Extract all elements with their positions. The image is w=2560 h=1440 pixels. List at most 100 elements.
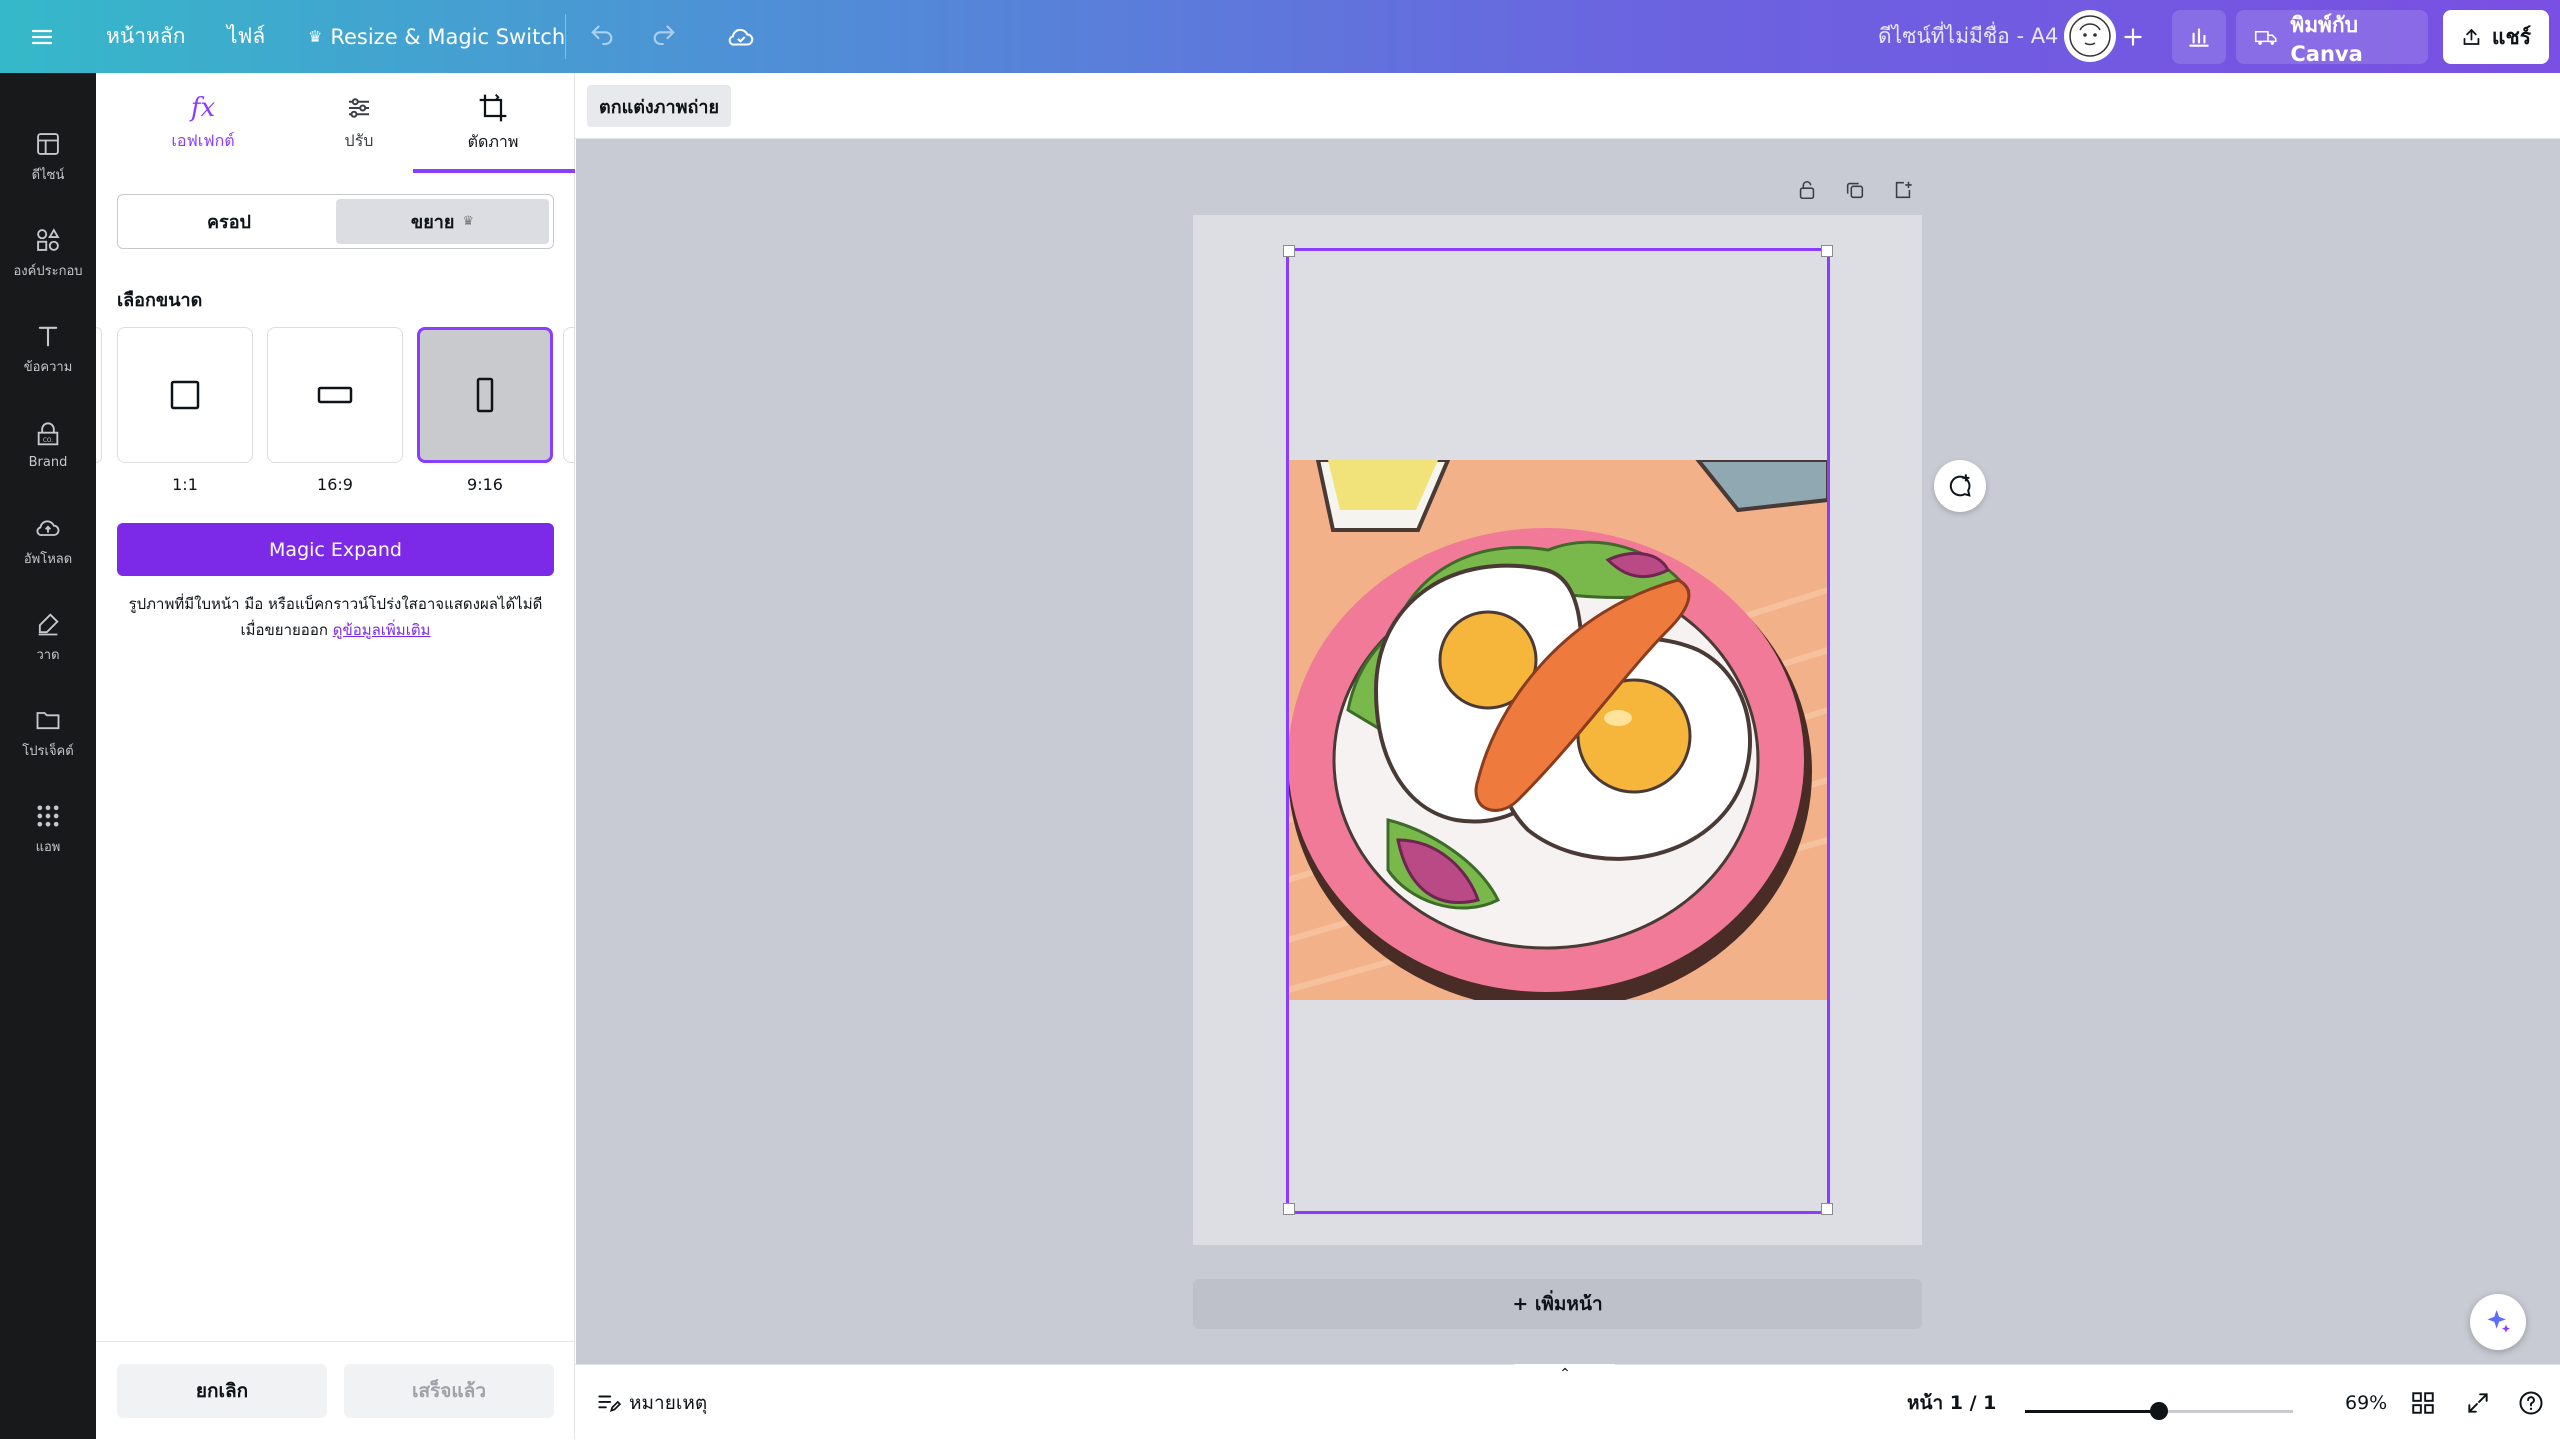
add-page-button[interactable]: + เพิ่มหน้า (1193, 1279, 1922, 1329)
folder-icon (36, 711, 60, 729)
crop-expand-toggle: ครอป ขยาย ♛ (117, 194, 554, 249)
cancel-button[interactable]: ยกเลิก (117, 1364, 327, 1418)
text-icon (38, 326, 58, 346)
rail-label: ดีไซน์ (31, 167, 65, 183)
sliders-icon (349, 97, 369, 118)
lock-page-button[interactable] (1787, 170, 1827, 210)
rail-item-draw[interactable]: วาด (0, 597, 96, 677)
rail-item-projects[interactable]: โปรเจ็คต์ (0, 693, 96, 773)
ratio-card-9-16[interactable] (417, 327, 553, 463)
tab-label: เอฟเฟกต์ (171, 130, 235, 150)
rail-item-design[interactable]: ดีไซน์ (0, 117, 96, 197)
crown-icon: ♛ (462, 214, 475, 229)
sparkle-icon (2487, 1310, 2510, 1333)
ratio-label: 1:1 (172, 475, 198, 494)
divider (96, 1341, 575, 1342)
grid-view-button[interactable] (2410, 1365, 2436, 1440)
cloud-save-status[interactable] (726, 0, 756, 73)
crop-option[interactable]: ครอป (122, 199, 336, 244)
share-label: แชร์ (2491, 24, 2531, 49)
layout-icon (37, 132, 59, 155)
shapes-icon (37, 227, 60, 251)
document-title[interactable]: ดีไซน์ที่ไม่มีชื่อ - A4 (1878, 0, 2058, 73)
print-with-canva-button[interactable]: พิมพ์กับ Canva (2236, 10, 2428, 66)
rail-item-text[interactable]: ข้อความ (0, 309, 96, 389)
duplicate-icon (1846, 182, 1864, 199)
active-tab-indicator (413, 169, 575, 173)
panel-tabs: fx เอฟเฟกต์ ปรับ ตัดภาพ (96, 73, 575, 173)
edit-image-panel: fx เอฟเฟกต์ ปรับ ตัดภาพ ครอป ขยาย ♛ เลือ… (96, 73, 575, 1439)
magic-expand-button[interactable]: Magic Expand (117, 523, 554, 576)
expand-arrows-icon (2468, 1392, 2488, 1413)
fullscreen-button[interactable] (2465, 1365, 2491, 1440)
ratio-card-partial (96, 327, 102, 463)
top-bar: หน้าหลัก ไฟล์ ♛ Resize & Magic Switch ดี… (0, 0, 2560, 73)
add-page-icon (1895, 181, 1912, 199)
brand-icon: CO. (37, 421, 59, 445)
apps-icon (37, 805, 59, 826)
undo-button[interactable] (588, 0, 616, 73)
rail-item-apps[interactable]: แอพ (0, 789, 96, 869)
zoom-slider-knob[interactable] (2150, 1402, 2168, 1420)
rail-item-elements[interactable]: องค์ประกอบ (0, 213, 96, 293)
tab-label: ตัดภาพ (467, 131, 519, 151)
rail-label: องค์ประกอบ (13, 263, 83, 279)
portrait-rect-icon (476, 377, 494, 413)
rail-item-brand[interactable]: CO. Brand (0, 405, 96, 485)
fx-icon: fx (190, 92, 216, 123)
duplicate-page-button[interactable] (1835, 170, 1875, 210)
resize-magic-switch-button[interactable]: ♛ Resize & Magic Switch (308, 0, 565, 73)
rail-label: Brand (28, 454, 68, 470)
share-upload-icon (2463, 28, 2480, 45)
cloud-check-icon (728, 28, 754, 46)
add-comment-button[interactable] (1934, 460, 1986, 512)
expand-label: ขยาย (410, 212, 455, 233)
share-button[interactable]: แชร์ (2443, 10, 2549, 64)
hamburger-menu-button[interactable] (30, 0, 54, 73)
resize-handle-bottom-right[interactable] (1821, 1203, 1833, 1215)
collapse-pages-toggle[interactable]: ⌃ (1515, 1364, 1615, 1384)
home-menu[interactable]: หน้าหลัก (106, 0, 185, 73)
upload-icon (36, 519, 60, 536)
insights-button[interactable] (2172, 10, 2226, 64)
tab-effects[interactable]: fx เอฟเฟกต์ (128, 73, 278, 173)
plus-icon (2124, 27, 2142, 46)
add-page-button-small[interactable] (1883, 170, 1923, 210)
undo-icon (591, 24, 613, 45)
tab-adjust[interactable]: ปรับ (284, 73, 434, 173)
help-button[interactable] (2517, 1365, 2545, 1440)
draw-icon (38, 612, 59, 635)
expand-frame[interactable] (1286, 248, 1830, 1214)
rail-label: แอพ (35, 839, 61, 855)
redo-button[interactable] (650, 0, 678, 73)
crop-icon (479, 93, 507, 121)
rail-item-upload[interactable]: อัพโหลด (0, 501, 96, 581)
ratio-card-16-9[interactable] (267, 327, 403, 463)
avatar[interactable] (2064, 10, 2116, 62)
learn-more-link[interactable]: ดูข้อมูลเพิ่มเติม (333, 621, 431, 639)
notes-button[interactable]: หมายเหตุ (595, 1365, 707, 1440)
avatar-face-icon (2069, 15, 2111, 57)
done-button[interactable]: เสร็จแล้ว (344, 1364, 554, 1418)
redo-icon (653, 24, 675, 45)
resize-handle-bottom-left[interactable] (1283, 1203, 1295, 1215)
resize-handle-top-right[interactable] (1821, 245, 1833, 257)
print-label: พิมพ์กับ Canva (2290, 12, 2363, 66)
ratio-card-1-1[interactable] (117, 327, 253, 463)
svg-text:CO.: CO. (43, 438, 53, 444)
magic-assistant-button[interactable] (2470, 1294, 2526, 1350)
lock-icon (1799, 180, 1815, 200)
edit-photo-button[interactable]: ตกแต่งภาพถ่าย (587, 85, 732, 127)
zoom-level[interactable]: 69% (2345, 1365, 2387, 1440)
tab-crop[interactable]: ตัดภาพ (418, 73, 568, 173)
expand-option[interactable]: ขยาย ♛ (336, 199, 549, 244)
file-menu[interactable]: ไฟล์ (227, 0, 265, 73)
resize-handle-top-left[interactable] (1283, 245, 1295, 257)
landscape-rect-icon (317, 386, 353, 404)
hamburger-icon (31, 29, 53, 44)
rail-label: โปรเจ็คต์ (22, 743, 74, 759)
notes-label: หมายเหตุ (629, 1391, 708, 1414)
ratio-label: 16:9 (317, 475, 353, 494)
add-collaborator-button[interactable] (2120, 0, 2146, 73)
page-indicator[interactable]: หน้า 1 / 1 (1907, 1365, 1996, 1440)
